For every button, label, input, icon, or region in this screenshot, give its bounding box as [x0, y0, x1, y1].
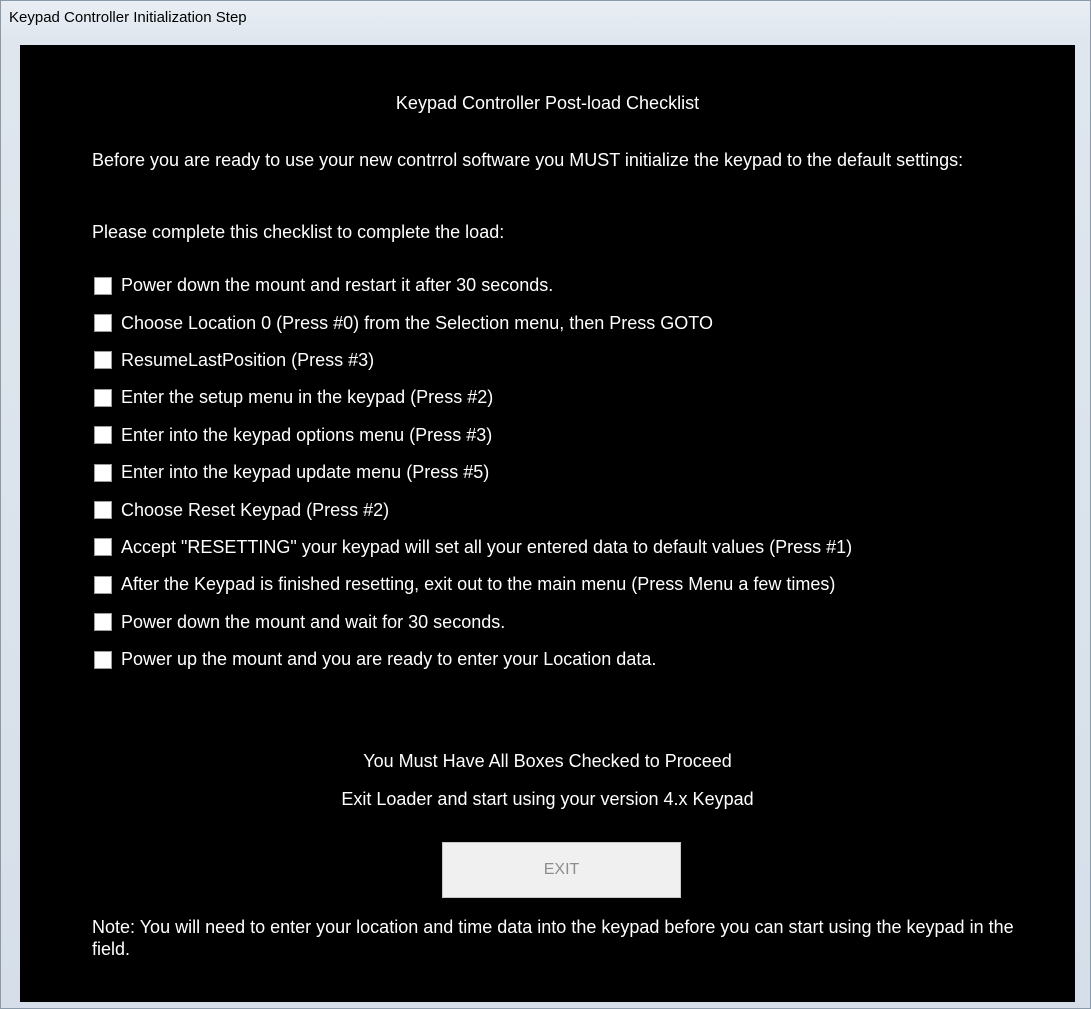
checklist-item-label: Accept "RESETTING" your keypad will set … — [121, 536, 853, 557]
checklist-item-label: ResumeLastPosition (Press #3) — [121, 349, 375, 370]
checkbox[interactable] — [94, 388, 112, 407]
checklist-item-label: Enter into the keypad update menu (Press… — [121, 462, 490, 483]
checklist-item-label: Choose Reset Keypad (Press #2) — [121, 499, 390, 520]
checkbox[interactable] — [94, 426, 112, 445]
intro-text: Before you are ready to use your new con… — [92, 150, 964, 170]
checkbox[interactable] — [94, 463, 112, 482]
exit-hint-text: Exit Loader and start using your version… — [341, 789, 754, 809]
checklist-item[interactable]: Power up the mount and you are ready to … — [94, 641, 852, 678]
checklist-item[interactable]: Power down the mount and restart it afte… — [94, 267, 852, 304]
checklist-prompt: Please complete this checklist to comple… — [92, 222, 505, 242]
requirement-text: You Must Have All Boxes Checked to Proce… — [363, 751, 732, 771]
checklist-item[interactable]: Choose Location 0 (Press #0) from the Se… — [94, 304, 852, 341]
checklist-item[interactable]: Enter into the keypad update menu (Press… — [94, 454, 852, 491]
checkbox[interactable] — [94, 351, 112, 370]
checklist-item[interactable]: After the Keypad is finished resetting, … — [94, 566, 852, 603]
checklist-panel: Keypad Controller Post-load Checklist Be… — [20, 45, 1075, 1002]
dialog-window: Keypad Controller Initialization Step Ke… — [0, 0, 1091, 1009]
checklist-item-label: Choose Location 0 (Press #0) from the Se… — [121, 312, 713, 333]
checkbox[interactable] — [94, 501, 112, 520]
note-text: Note: You will need to enter your locati… — [92, 917, 1014, 959]
checklist-item[interactable]: Power down the mount and wait for 30 sec… — [94, 604, 852, 641]
checklist-item-label: Power down the mount and restart it afte… — [121, 275, 554, 296]
exit-button[interactable]: EXIT — [442, 842, 681, 898]
checkbox[interactable] — [94, 538, 112, 557]
window-title: Keypad Controller Initialization Step — [9, 9, 247, 26]
checklist-item[interactable]: ResumeLastPosition (Press #3) — [94, 342, 852, 379]
checkbox[interactable] — [94, 575, 112, 594]
checklist-item-label: After the Keypad is finished resetting, … — [121, 574, 836, 595]
checklist-heading: Keypad Controller Post-load Checklist — [395, 93, 700, 113]
checklist-item[interactable]: Accept "RESETTING" your keypad will set … — [94, 529, 852, 566]
checklist: Power down the mount and restart it afte… — [94, 267, 852, 678]
checklist-item[interactable]: Enter the setup menu in the keypad (Pres… — [94, 379, 852, 416]
checklist-item[interactable]: Choose Reset Keypad (Press #2) — [94, 491, 852, 528]
checklist-item-label: Power down the mount and wait for 30 sec… — [121, 611, 506, 632]
checklist-item[interactable]: Enter into the keypad options menu (Pres… — [94, 417, 852, 454]
checkbox[interactable] — [94, 613, 112, 632]
checklist-item-label: Enter the setup menu in the keypad (Pres… — [121, 387, 494, 408]
checkbox[interactable] — [94, 314, 112, 333]
checkbox[interactable] — [94, 276, 112, 295]
checklist-item-label: Power up the mount and you are ready to … — [121, 649, 657, 670]
checklist-item-label: Enter into the keypad options menu (Pres… — [121, 424, 493, 445]
checkbox[interactable] — [94, 650, 112, 669]
